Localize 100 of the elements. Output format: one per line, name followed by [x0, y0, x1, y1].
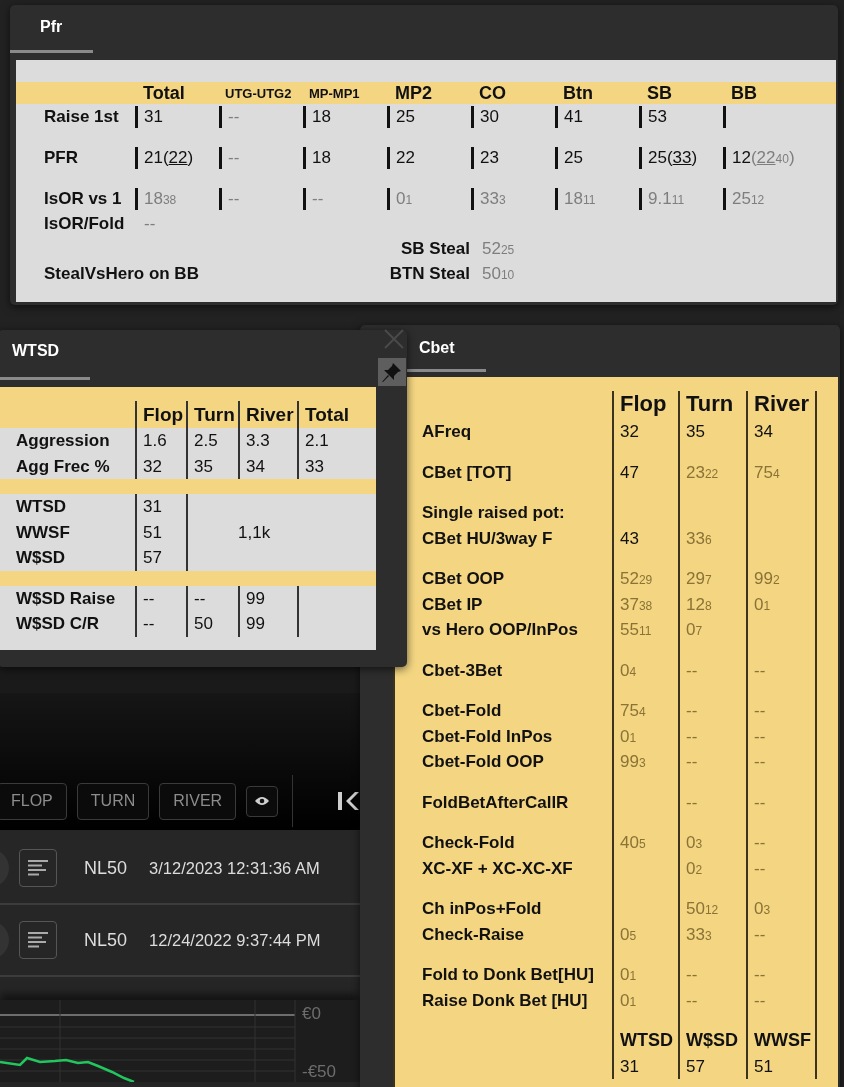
row-label: Cbet-3Bet [422, 660, 503, 680]
tab[interactable]: Pfr [10, 5, 93, 53]
stat-value: -- [228, 148, 240, 167]
stat-value: 2512 [732, 189, 765, 208]
stat-value: 297 [686, 569, 712, 588]
column-header: Btn [562, 82, 594, 104]
row-label: Agg Frec % [16, 456, 110, 476]
row-label: Cbet-Fold [422, 701, 502, 720]
row-label: PFR [43, 147, 79, 169]
stat-value: -- [754, 726, 766, 746]
stat-value: 31 [144, 107, 163, 126]
notes-button[interactable] [19, 849, 57, 887]
stat-value: 01 [396, 189, 413, 208]
stake-label: NL50 [84, 857, 128, 879]
stat-value: 25 [564, 148, 583, 167]
stat-value: 51 [143, 522, 162, 542]
stat-value: 41 [564, 107, 583, 126]
stat-value: 5012 [686, 899, 719, 918]
stat-value: 12(2240) [732, 148, 795, 167]
column-header: MP-MP1 [308, 85, 361, 101]
row-label: Ch inPos+Fold [422, 899, 542, 918]
row-label: FoldBetAfterCallR [422, 792, 569, 812]
row-label: Check-Raise [422, 924, 525, 944]
column-header: Flop [620, 391, 667, 416]
stat-value: 336 [686, 528, 712, 548]
stat-value: 5225 [482, 239, 515, 258]
stat-value: 2.1 [305, 431, 329, 450]
column-header: W$SD [686, 1030, 738, 1050]
lines-icon [28, 860, 48, 876]
stat-value: 5010 [482, 264, 515, 283]
stat-value: 32 [620, 422, 639, 441]
row-label: CBet OOP [422, 569, 505, 588]
stat-value: 992 [754, 569, 780, 588]
stat-value: 30 [480, 107, 499, 126]
column-header: Turn [194, 404, 235, 425]
street-button[interactable]: RIVER [159, 782, 237, 820]
stat-value: 1,1k [238, 521, 271, 544]
pin-icon [381, 361, 403, 383]
stat-value: 1838 [144, 189, 177, 208]
stat-value: 43 [620, 528, 639, 548]
stat-value: -- [686, 990, 698, 1010]
row-label: W$SD [16, 548, 66, 567]
street-button[interactable]: TURN [76, 782, 150, 820]
stat-value: 34 [246, 456, 265, 476]
row-label: Single raised pot: [422, 503, 565, 522]
stat-value: 1811 [564, 189, 596, 208]
stat-value: 21(22) [144, 148, 194, 167]
view-button[interactable] [246, 785, 279, 817]
stat-value: 128 [686, 594, 712, 614]
stat-value: -- [754, 701, 766, 720]
row-label: CBet HU/3way F [422, 528, 553, 548]
stat-value: 22 [396, 148, 415, 167]
row-label: BTN Steal [389, 263, 470, 285]
axis-label: -€50 [302, 1062, 337, 1082]
stat-value: -- [686, 701, 698, 720]
stat-value: 01 [620, 990, 637, 1010]
row-label: IsOR vs 1 [43, 188, 123, 210]
stat-value: 99 [246, 588, 265, 608]
stat-value: 35 [194, 456, 213, 476]
column-header: Total [305, 404, 349, 425]
column-header: SB [646, 82, 673, 104]
stat-value: 01 [754, 594, 771, 614]
lines-icon [28, 932, 48, 948]
stat-value: 333 [480, 189, 506, 208]
row-label: W$SD Raise [16, 588, 116, 608]
row-label: Cbet-Fold InPos [422, 726, 553, 746]
row-label: XC-XF + XC-XC-XF [422, 858, 573, 878]
eye-icon [254, 795, 271, 807]
stat-value: -- [754, 924, 766, 944]
stat-value: -- [312, 189, 324, 208]
stat-value: 35 [686, 422, 705, 441]
column-header: UTG-UTG2 [224, 85, 293, 101]
stat-value: -- [754, 990, 766, 1010]
column-header: WTSD [620, 1030, 673, 1050]
stat-value: -- [143, 588, 155, 608]
stat-value: 04 [620, 660, 637, 680]
row-label: AFreq [422, 422, 472, 441]
column-header: CO [478, 82, 507, 104]
stat-value: 07 [686, 620, 703, 639]
row-label: Fold to Donk Bet[HU] [422, 965, 594, 984]
stat-value: 32 [143, 456, 162, 476]
stat-value: 18 [312, 107, 331, 126]
notes-button[interactable] [19, 921, 57, 959]
column-header: MP2 [394, 82, 433, 104]
skip-to-start-icon[interactable] [337, 790, 360, 812]
tab[interactable]: WTSD [0, 330, 90, 380]
stat-value: 47 [620, 462, 639, 482]
street-button[interactable]: FLOP [0, 782, 67, 820]
stat-value: 333 [686, 924, 712, 944]
row-label: CBet [TOT] [422, 462, 512, 482]
row-label: W$SD C/R [16, 614, 100, 633]
stat-value: 5511 [620, 620, 652, 639]
pin-button[interactable] [378, 358, 406, 386]
row-label: Raise 1st [43, 106, 120, 128]
stat-value: 3738 [620, 594, 653, 614]
row-label: vs Hero OOP/InPos [422, 620, 578, 639]
stat-value: 23 [480, 148, 499, 167]
stat-value: 51 [754, 1056, 773, 1076]
stat-value: -- [686, 660, 698, 680]
stat-value: -- [228, 189, 240, 208]
